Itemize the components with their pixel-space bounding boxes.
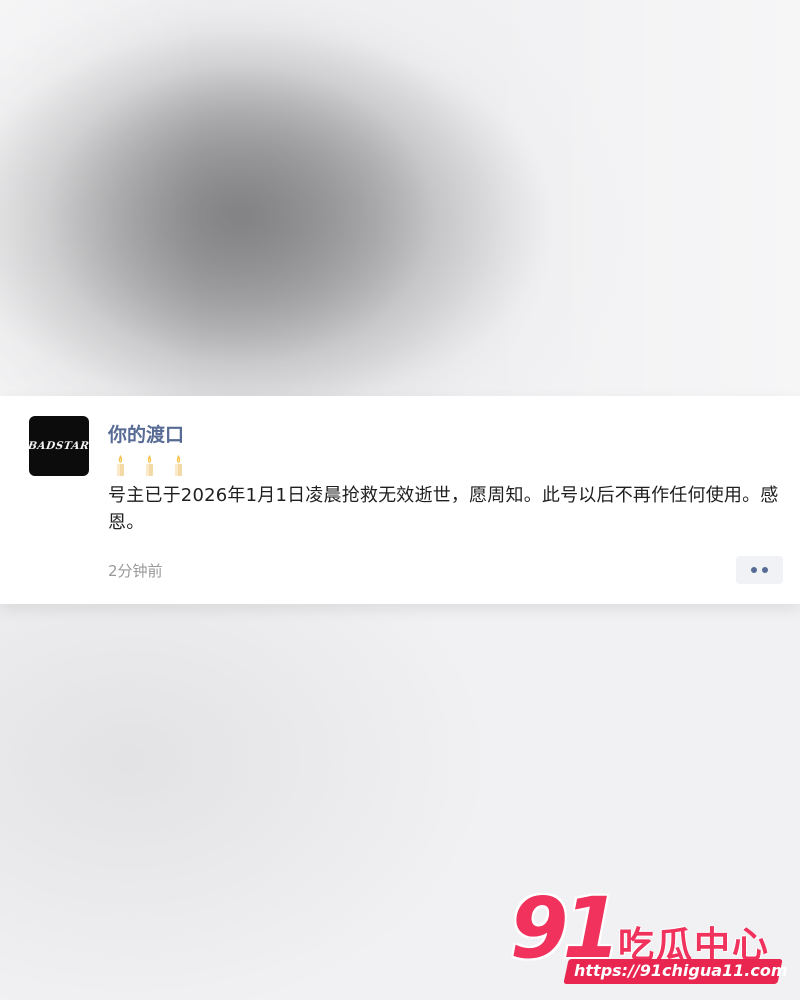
screenshot-page: BADSTAR 你的渡口 号主已于2026年1月1日凌晨抢救无效逝世，愿周知。此… xyxy=(0,0,800,1000)
blurred-image-area xyxy=(0,0,800,396)
post-text: 号主已于2026年1月1日凌晨抢救无效逝世，愿周知。此号以后不再作任何使用。感恩… xyxy=(108,485,779,533)
more-dot-icon xyxy=(762,567,768,573)
more-options-button[interactable] xyxy=(736,556,783,584)
watermark-url: https://91chigua11.com xyxy=(574,961,788,980)
candle-icon xyxy=(146,455,153,476)
more-dot-icon xyxy=(751,567,757,573)
candle-emoji-row xyxy=(110,454,189,478)
author-name[interactable]: 你的渡口 xyxy=(108,420,184,447)
site-watermark: 91 吃瓜中心 https://91chigua11.com xyxy=(510,880,788,992)
moments-post-card: BADSTAR 你的渡口 号主已于2026年1月1日凌晨抢救无效逝世，愿周知。此… xyxy=(0,396,800,604)
post-timestamp: 2分钟前 xyxy=(108,562,163,580)
avatar-logo-text: BADSTAR xyxy=(27,440,91,452)
candle-icon xyxy=(117,455,124,476)
avatar[interactable]: BADSTAR xyxy=(27,416,91,476)
candle-icon xyxy=(175,455,182,476)
